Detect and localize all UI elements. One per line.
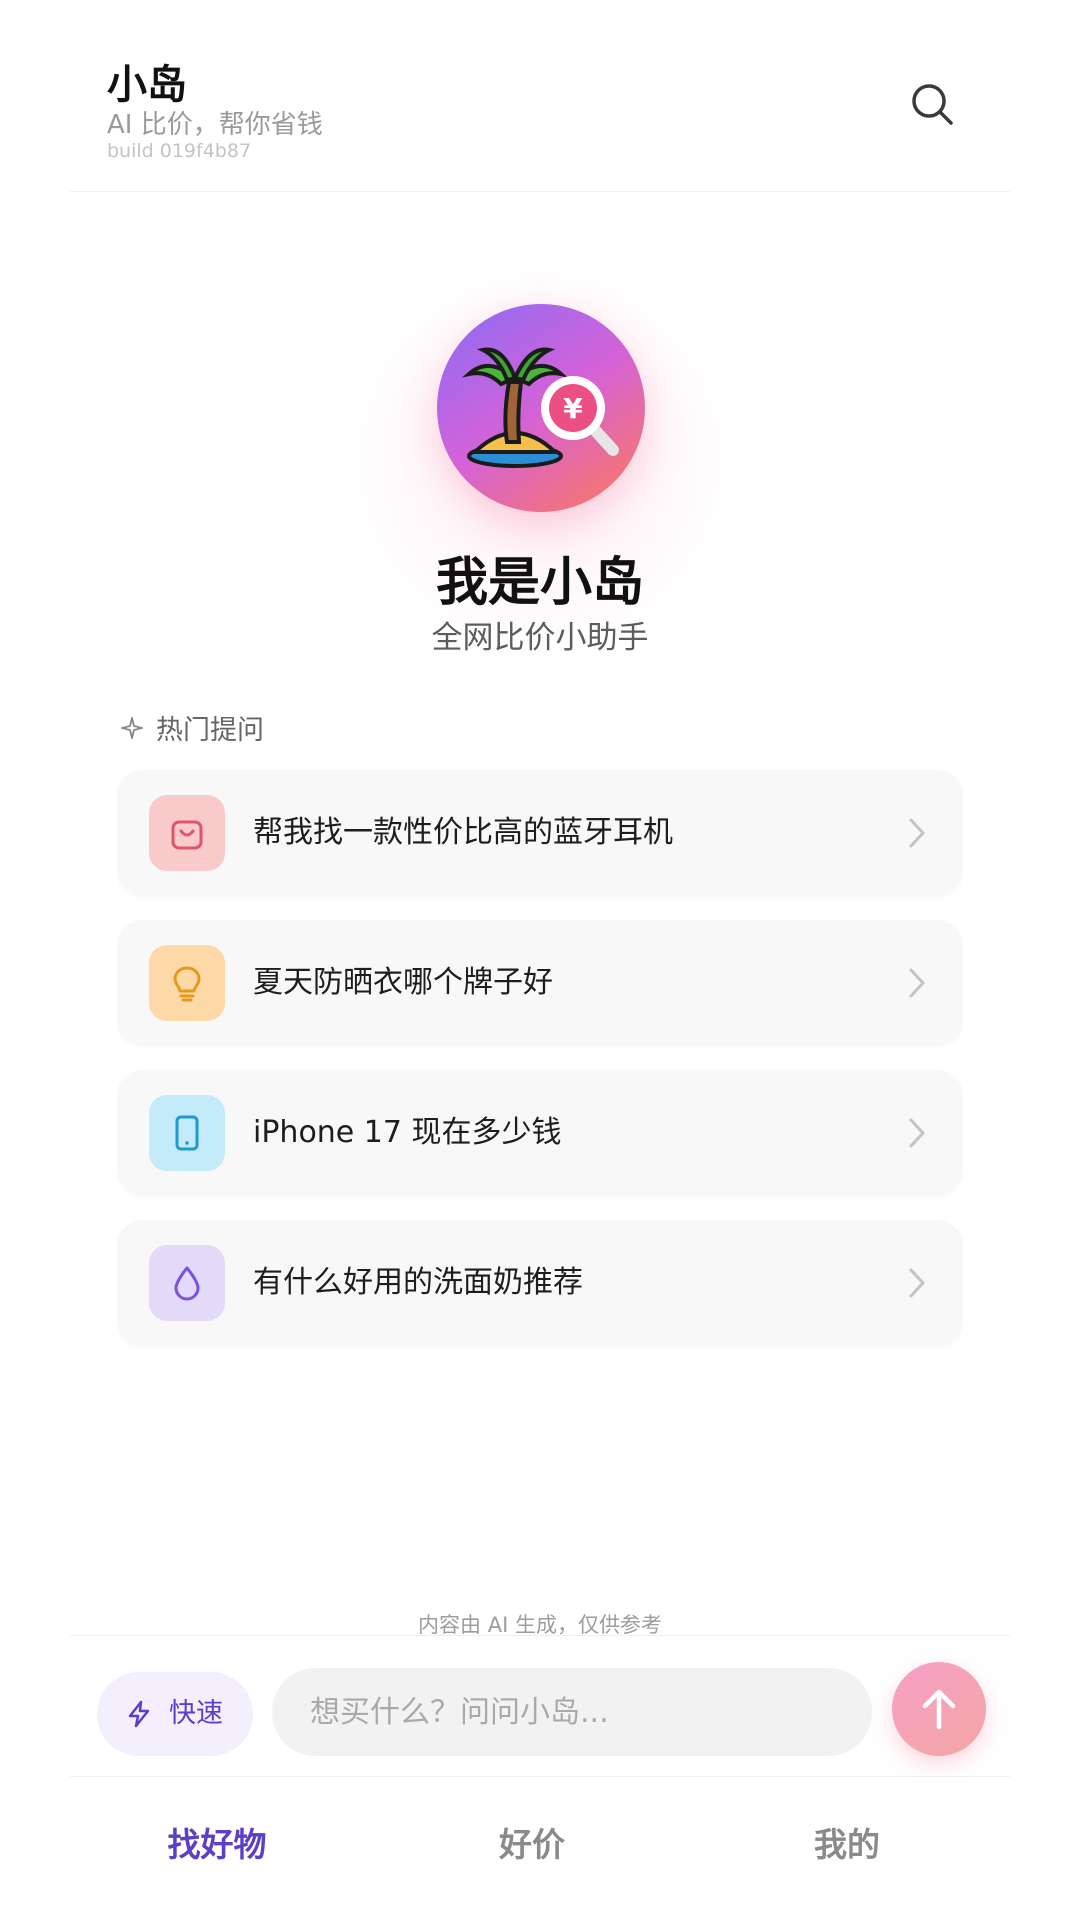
lightning-icon xyxy=(128,1700,150,1728)
droplet-icon xyxy=(174,1266,200,1301)
section-title: 热门提问 xyxy=(156,715,264,746)
suggestion-icon-box xyxy=(149,945,225,1021)
search-icon xyxy=(912,84,953,125)
tab-find-goods[interactable]: 找好物 xyxy=(87,1818,347,1866)
header-divider xyxy=(70,191,1010,192)
chevron-right-icon xyxy=(909,1268,925,1298)
suggestion-label: 帮我找一款性价比高的蓝牙耳机 xyxy=(253,815,673,850)
hero-title: 我是小岛 xyxy=(435,553,644,613)
suggestion-card-earbuds[interactable]: 帮我找一款性价比高的蓝牙耳机 xyxy=(117,770,963,896)
suggestion-card-sun-protection[interactable]: 夏天防晒衣哪个牌子好 xyxy=(117,920,963,1046)
palm-island-yuan-search-icon: ¥ xyxy=(462,347,619,468)
suggestion-card-iphone-price[interactable]: iPhone 17 现在多少钱 xyxy=(117,1070,963,1196)
composer-divider-top xyxy=(70,1635,1010,1636)
tab-deals[interactable]: 好价 xyxy=(402,1818,662,1866)
suggestion-label: 夏天防晒衣哪个牌子好 xyxy=(253,965,553,1000)
arrow-up-icon xyxy=(922,1689,956,1730)
hot-questions-label: 热门提问 xyxy=(120,708,264,747)
shopping-bag-icon xyxy=(171,820,203,850)
suggestion-icon-box xyxy=(149,1095,225,1171)
tabbar-divider xyxy=(70,1776,1010,1777)
lightbulb-icon xyxy=(173,966,201,1002)
build-version: build 019f4b87 xyxy=(107,140,252,162)
suggestion-label: iPhone 17 现在多少钱 xyxy=(253,1115,562,1150)
ask-input[interactable] xyxy=(272,1668,872,1756)
send-button[interactable] xyxy=(892,1662,986,1756)
chevron-right-icon xyxy=(909,968,925,998)
suggestion-icon-box xyxy=(149,795,225,871)
quick-mode-button[interactable]: 快速 xyxy=(97,1672,253,1756)
chevron-right-icon xyxy=(909,818,925,848)
hero-subtitle: 全网比价小助手 xyxy=(431,620,649,656)
app-title: 小岛 xyxy=(107,62,187,108)
tab-mine[interactable]: 我的 xyxy=(717,1818,977,1866)
suggestion-label: 有什么好用的洗面奶推荐 xyxy=(253,1265,583,1300)
app-logo: ¥ xyxy=(437,304,645,512)
suggestion-icon-box xyxy=(149,1245,225,1321)
app-subtitle: AI 比价，帮你省钱 xyxy=(107,110,323,140)
sparkle-icon xyxy=(121,716,143,739)
suggestion-card-face-cleanser[interactable]: 有什么好用的洗面奶推荐 xyxy=(117,1220,963,1346)
search-button[interactable] xyxy=(908,80,958,130)
quick-mode-label: 快速 xyxy=(169,1698,223,1729)
phone-icon xyxy=(175,1115,199,1151)
app-header: 小岛 AI 比价，帮你省钱 build 019f4b87 xyxy=(0,0,1080,192)
chevron-right-icon xyxy=(909,1118,925,1148)
svg-text:¥: ¥ xyxy=(563,392,583,425)
